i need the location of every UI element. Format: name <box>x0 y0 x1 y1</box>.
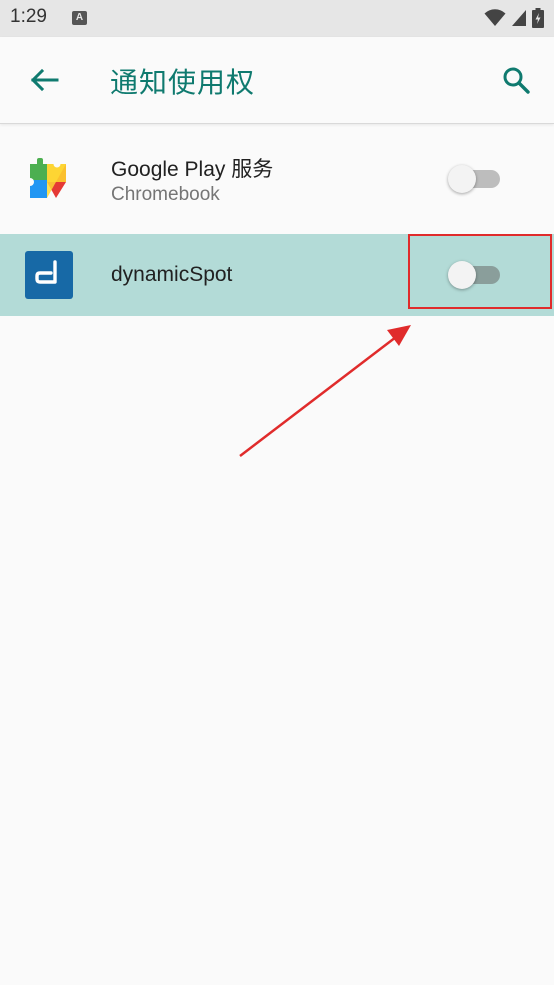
status-bar: 1:29 A <box>0 0 554 37</box>
signal-icon <box>512 10 526 26</box>
battery-charging-icon <box>532 8 544 28</box>
status-time: 1:29 <box>10 6 47 27</box>
app-name: Google Play 服务 <box>111 158 274 181</box>
arrow-back-icon <box>30 68 59 92</box>
wifi-icon <box>484 9 506 26</box>
search-button[interactable] <box>494 58 538 102</box>
search-icon <box>503 67 530 94</box>
list-item-google-play-services[interactable]: Google Play 服务 Chromebook <box>0 124 554 234</box>
app-subtitle: Chromebook <box>111 184 220 205</box>
notification-a-icon: A <box>72 11 87 25</box>
status-icons <box>484 7 544 29</box>
back-button[interactable] <box>22 58 66 102</box>
google-play-services-icon <box>26 158 66 198</box>
page-title: 通知使用权 <box>110 66 256 99</box>
dynamicspot-icon <box>25 251 73 299</box>
app-name: dynamicSpot <box>111 263 233 286</box>
annotation-highlight-box <box>408 234 552 309</box>
toggle-thumb <box>448 165 476 193</box>
google-play-services-toggle[interactable] <box>448 162 502 196</box>
app-bar: 通知使用权 <box>0 37 554 124</box>
